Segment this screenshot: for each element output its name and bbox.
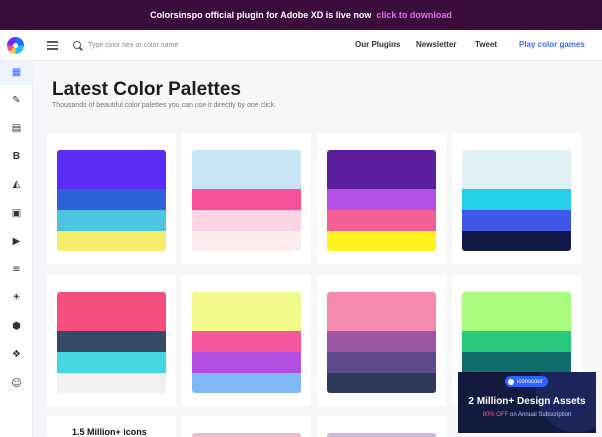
palette-swatch[interactable] bbox=[327, 373, 436, 393]
colorsinspo-logo-icon[interactable] bbox=[7, 37, 24, 54]
promo-text: 1.5 Million+ icons bbox=[72, 427, 147, 437]
palette-swatch[interactable] bbox=[57, 352, 166, 373]
palette-swatch[interactable] bbox=[327, 433, 436, 437]
palette-swatch[interactable] bbox=[327, 352, 436, 373]
ad-discount: 80% OFF bbox=[482, 412, 509, 418]
sidebar: ▦ ✎ ▤ B ◭ ▣ ▶ ≡ ☀ ⬢ ❖ ☺ bbox=[0, 61, 33, 437]
palette-swatches bbox=[57, 292, 166, 393]
banner-text: Colorsinspo official plugin for Adobe XD… bbox=[150, 10, 372, 20]
banner-download-link[interactable]: click to download bbox=[376, 10, 452, 20]
palette-swatch[interactable] bbox=[327, 231, 436, 251]
sun-icon: ☀ bbox=[12, 292, 21, 303]
layers-icon: ≡ bbox=[12, 264, 21, 275]
palette-swatch[interactable] bbox=[192, 189, 301, 210]
grid-icon: ▦ bbox=[11, 67, 22, 78]
palette-card[interactable] bbox=[317, 133, 446, 264]
nav-tweet[interactable]: Tweet bbox=[475, 40, 497, 49]
palette-swatch[interactable] bbox=[57, 331, 166, 352]
sidebar-item-sun[interactable]: ☀ bbox=[0, 286, 33, 310]
palette-swatch[interactable] bbox=[57, 189, 166, 210]
palette-swatches bbox=[192, 150, 301, 251]
palette-card[interactable] bbox=[182, 275, 311, 406]
gradient-icon: ▤ bbox=[11, 123, 22, 134]
gift-icon: ❖ bbox=[12, 349, 21, 360]
iconscout-logo-icon bbox=[508, 378, 514, 385]
iconscout-ad[interactable]: iconscout 2 Million+ Design Assets 80% O… bbox=[458, 372, 596, 433]
sidebar-item-video[interactable]: ▶ bbox=[0, 230, 33, 254]
sidebar-item-pen[interactable]: ✎ bbox=[0, 89, 33, 113]
ad-sub: on Annual Subscription bbox=[509, 412, 572, 418]
palette-swatch[interactable] bbox=[462, 231, 571, 251]
palette-card[interactable] bbox=[452, 133, 581, 264]
sidebar-item-bold-b[interactable]: B bbox=[0, 145, 33, 169]
ad-subtext: 80% OFF on Annual Subscription bbox=[458, 412, 596, 418]
palette-swatch[interactable] bbox=[192, 433, 301, 437]
palette-swatch[interactable] bbox=[462, 352, 571, 373]
search-input[interactable] bbox=[88, 38, 278, 52]
palette-swatch[interactable] bbox=[192, 352, 301, 373]
palette-card[interactable] bbox=[47, 133, 176, 264]
palette-swatch[interactable] bbox=[462, 210, 571, 231]
search-icon bbox=[73, 41, 81, 49]
palette-card[interactable] bbox=[47, 275, 176, 406]
ad-brand: iconscout bbox=[517, 378, 543, 385]
palette-swatch[interactable] bbox=[462, 150, 571, 189]
sidebar-item-grid[interactable]: ▦ bbox=[0, 61, 33, 85]
palette-swatch[interactable] bbox=[57, 373, 166, 393]
palette-swatch[interactable] bbox=[57, 150, 166, 189]
announcement-banner: Colorsinspo official plugin for Adobe XD… bbox=[0, 0, 602, 30]
palette-swatch[interactable] bbox=[57, 210, 166, 231]
palette-card[interactable] bbox=[182, 416, 311, 437]
palette-swatches bbox=[462, 150, 571, 251]
bold-b-icon: B bbox=[12, 151, 21, 162]
palette-swatch[interactable] bbox=[192, 210, 301, 231]
cube-icon: ⬢ bbox=[12, 321, 21, 332]
nav-newsletter[interactable]: Newsletter bbox=[416, 40, 456, 49]
palette-card[interactable] bbox=[317, 275, 446, 406]
sidebar-item-paint-bucket[interactable]: ◭ bbox=[0, 173, 33, 197]
iconscout-badge: iconscout bbox=[505, 376, 549, 387]
palette-swatches bbox=[327, 150, 436, 251]
sidebar-item-gradient[interactable]: ▤ bbox=[0, 117, 33, 141]
palette-swatch[interactable] bbox=[192, 231, 301, 251]
page-subtitle: Thousands of beautiful color palettes yo… bbox=[52, 102, 277, 109]
palette-swatch[interactable] bbox=[192, 331, 301, 352]
palette-swatch[interactable] bbox=[192, 373, 301, 393]
palette-swatch[interactable] bbox=[327, 331, 436, 352]
paint-bucket-icon: ◭ bbox=[12, 179, 21, 190]
palette-swatch[interactable] bbox=[192, 292, 301, 331]
palette-card[interactable] bbox=[182, 133, 311, 264]
ad-headline: 2 Million+ Design Assets bbox=[468, 396, 586, 407]
sidebar-item-gift[interactable]: ❖ bbox=[0, 343, 33, 367]
palette-swatches bbox=[57, 150, 166, 251]
sidebar-item-layers[interactable]: ≡ bbox=[0, 258, 33, 282]
news-icon: ▣ bbox=[11, 208, 22, 219]
nav-our-plugins[interactable]: Our Plugins bbox=[355, 40, 400, 49]
palette-swatch[interactable] bbox=[462, 292, 571, 331]
sidebar-item-user[interactable]: ☺ bbox=[0, 372, 33, 396]
palette-swatch[interactable] bbox=[57, 292, 166, 331]
sidebar-item-news[interactable]: ▣ bbox=[0, 202, 33, 226]
palette-swatch[interactable] bbox=[327, 292, 436, 331]
palette-swatch[interactable] bbox=[327, 150, 436, 189]
palette-swatch[interactable] bbox=[462, 189, 571, 210]
palette-swatch[interactable] bbox=[327, 210, 436, 231]
menu-icon[interactable] bbox=[47, 41, 58, 50]
page-title: Latest Color Palettes bbox=[52, 79, 241, 100]
sidebar-item-cube[interactable]: ⬢ bbox=[0, 315, 33, 339]
palette-swatch[interactable] bbox=[462, 331, 571, 352]
user-icon: ☺ bbox=[11, 378, 22, 389]
palette-card[interactable] bbox=[317, 416, 446, 437]
pen-icon: ✎ bbox=[12, 95, 21, 106]
palette-swatch[interactable] bbox=[327, 189, 436, 210]
palette-swatch[interactable] bbox=[57, 231, 166, 251]
palette-swatch[interactable] bbox=[192, 150, 301, 189]
palette-swatches bbox=[327, 292, 436, 393]
nav-play-color-games[interactable]: Play color games bbox=[519, 40, 585, 49]
video-icon: ▶ bbox=[12, 236, 21, 247]
palette-swatches bbox=[192, 292, 301, 393]
